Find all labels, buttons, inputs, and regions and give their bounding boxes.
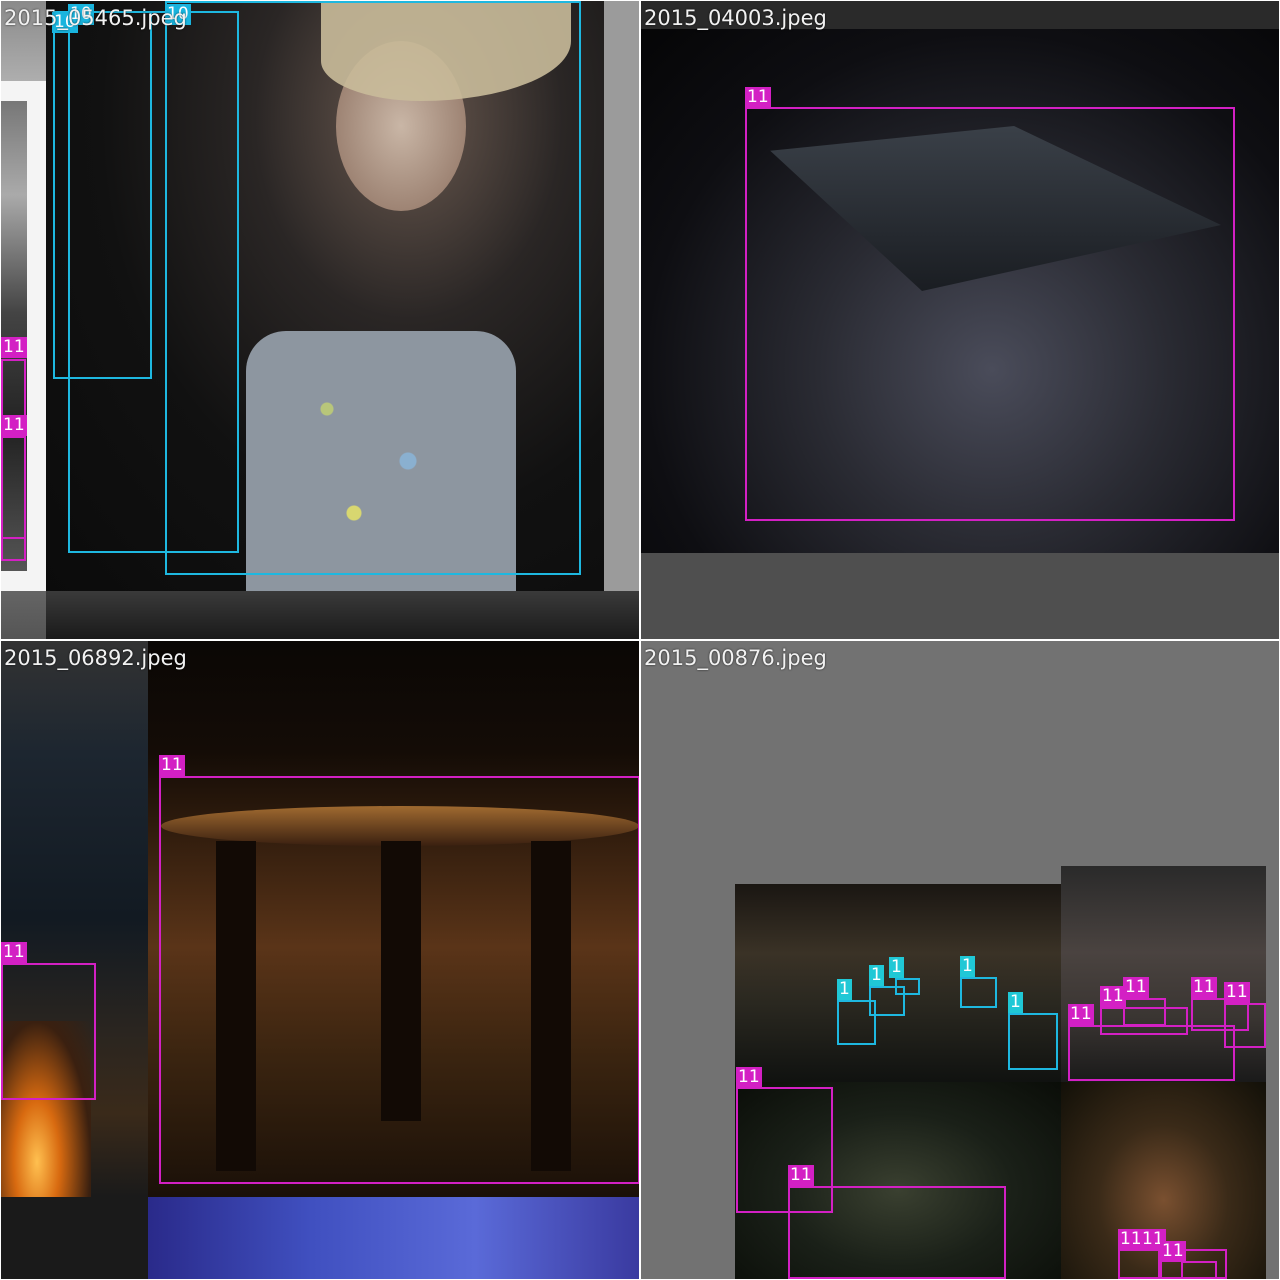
mosaic-tile: 11 2015_04003.jpeg: [641, 1, 1279, 639]
bbox: [895, 978, 920, 995]
bottom-gray-area: [641, 553, 1279, 639]
image-filename: 2015_04003.jpeg: [644, 6, 827, 30]
bbox: [1123, 998, 1166, 1026]
image-filename: 2015_00876.jpeg: [644, 646, 827, 670]
bbox: [1008, 1013, 1058, 1070]
image-filename: 2015_05465.jpeg: [4, 6, 187, 30]
class-label: 11: [1068, 1004, 1094, 1025]
mosaic-tile: 1 1 1 1 1 11 11 11 11 11 11 11 11 11 11 …: [641, 641, 1279, 1279]
image-filename: 2015_06892.jpeg: [4, 646, 187, 670]
bottom-blue-strip: [148, 1197, 639, 1279]
class-label: 11: [1160, 1241, 1186, 1262]
class-label: 11: [1100, 986, 1126, 1007]
bbox: [1181, 1261, 1217, 1279]
class-label: 1: [960, 956, 975, 977]
class-label: 11: [788, 1165, 814, 1186]
class-label: 1: [837, 979, 852, 1000]
class-label: 1: [889, 957, 904, 978]
bbox: [1224, 1003, 1266, 1048]
bbox: [165, 1, 581, 575]
bbox: [1, 436, 26, 561]
bbox: [960, 977, 997, 1008]
bbox: [745, 107, 1235, 521]
mosaic-tile: 11 11 2015_06892.jpeg: [1, 641, 639, 1279]
mosaic-tile: 10 10 10 11 11 2015_05465.jpeg: [1, 1, 639, 639]
bbox: [1118, 1249, 1160, 1279]
bottom-dark-strip: [46, 591, 639, 639]
class-label: 11: [1123, 977, 1149, 998]
bbox: [788, 1186, 1006, 1279]
class-label: 11: [1224, 982, 1250, 1003]
class-label: 11: [745, 87, 771, 108]
right-gray-strip: [604, 1, 639, 591]
class-label: 11: [736, 1067, 762, 1088]
bottom-dark-strip: [1, 1197, 148, 1279]
mosaic-grid: 10 10 10 11 11 2015_05465.jpeg 11 2015_0…: [0, 0, 1280, 1280]
class-label: 11: [1, 415, 27, 436]
bbox: [159, 776, 639, 1184]
class-label: 1: [1008, 992, 1023, 1013]
bbox: [1, 963, 96, 1100]
class-label: 11: [1, 942, 27, 963]
class-label: 11: [1191, 977, 1217, 998]
class-label: 1: [869, 965, 884, 986]
class-label: 11: [159, 755, 185, 776]
class-label: 11: [1, 337, 27, 358]
